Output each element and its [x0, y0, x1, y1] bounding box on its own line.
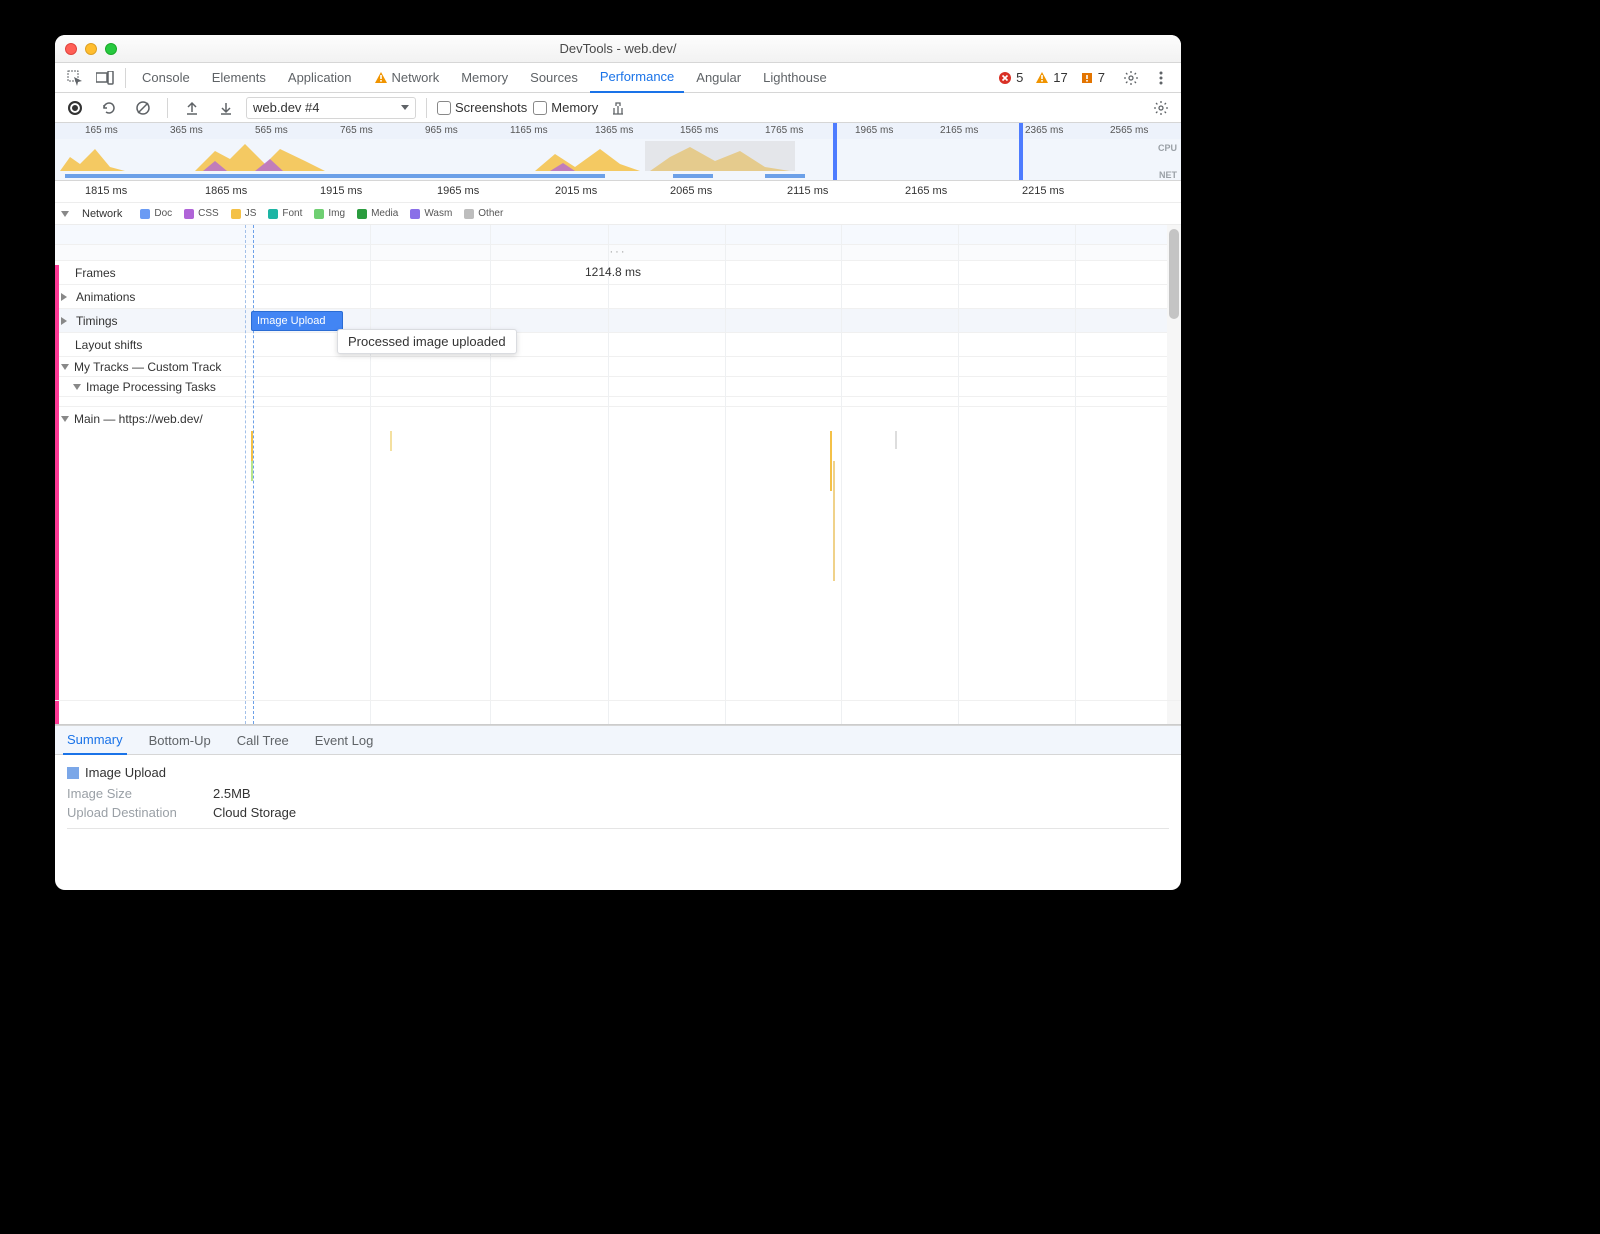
expand-icon[interactable] — [61, 317, 71, 325]
reload-record-button[interactable] — [95, 94, 123, 122]
memory-checkbox[interactable]: Memory — [533, 100, 598, 115]
row-main[interactable]: Main — https://web.dev/ — [55, 407, 1181, 431]
tab-angular[interactable]: Angular — [686, 63, 751, 93]
capture-settings-icon[interactable] — [1147, 94, 1175, 122]
tab-memory[interactable]: Memory — [451, 63, 518, 93]
collapse-icon[interactable] — [61, 211, 69, 217]
row-timings[interactable]: Timings Image Upload Processed image upl… — [55, 309, 1181, 333]
error-icon — [998, 71, 1012, 85]
row-my-tracks[interactable]: My Tracks — Custom Track — [55, 357, 1181, 377]
tracks-area: ··· Frames 1214.8 ms Animations Timings … — [55, 225, 1181, 725]
tab-network[interactable]: Network — [364, 63, 450, 93]
summary-color-swatch — [67, 767, 79, 779]
tab-call-tree[interactable]: Call Tree — [233, 725, 293, 755]
network-legend-row: Network Doc CSS JS Font Img Media Wasm Other — [55, 203, 1181, 225]
collapse-icon[interactable] — [61, 364, 69, 370]
timeline-overview[interactable]: 165 ms 365 ms 565 ms 765 ms 965 ms 1165 … — [55, 123, 1181, 181]
clear-button[interactable] — [129, 94, 157, 122]
frame-duration: 1214.8 ms — [585, 265, 641, 279]
error-count[interactable]: 5 — [998, 70, 1023, 85]
tab-event-log[interactable]: Event Log — [311, 725, 378, 755]
panel-tabs: Console Elements Application Network Mem… — [55, 63, 1181, 93]
summary-panel: Image Upload Image Size 2.5MB Upload Dest… — [55, 755, 1181, 839]
settings-icon[interactable] — [1117, 64, 1145, 92]
issue-icon — [1080, 71, 1094, 85]
more-icon[interactable] — [1147, 64, 1175, 92]
tab-elements[interactable]: Elements — [202, 63, 276, 93]
issue-count[interactable]: 7 — [1080, 70, 1105, 85]
tooltip: Processed image uploaded — [337, 329, 517, 354]
network-label: Network — [82, 208, 122, 220]
zoom-window-button[interactable] — [105, 43, 117, 55]
record-button[interactable] — [61, 94, 89, 122]
tab-application[interactable]: Application — [278, 63, 362, 93]
overview-handle-left[interactable] — [833, 123, 837, 180]
inspect-element-icon[interactable] — [61, 64, 89, 92]
warning-count[interactable]: 17 — [1035, 70, 1067, 85]
tab-bottom-up[interactable]: Bottom-Up — [145, 725, 215, 755]
tab-console[interactable]: Console — [132, 63, 200, 93]
upload-profile-button[interactable] — [178, 94, 206, 122]
detail-ruler[interactable]: 1815 ms 1865 ms 1915 ms 1965 ms 2015 ms … — [55, 181, 1181, 203]
expand-icon[interactable] — [61, 293, 71, 301]
main-flame-chart[interactable] — [55, 431, 1181, 701]
tab-performance[interactable]: Performance — [590, 63, 684, 93]
device-toolbar-icon[interactable] — [91, 64, 119, 92]
tab-summary[interactable]: Summary — [63, 725, 127, 755]
row-layout-shifts[interactable]: Layout shifts — [55, 333, 1181, 357]
chevron-down-icon — [401, 105, 409, 111]
garbage-collect-button[interactable] — [604, 94, 632, 122]
screenshots-checkbox[interactable]: Screenshots — [437, 100, 527, 115]
legend-other: Other — [464, 208, 503, 219]
summary-label: Image Size — [67, 786, 197, 801]
performance-toolbar: web.dev #4 Screenshots Memory — [55, 93, 1181, 123]
legend-font: Font — [268, 208, 302, 219]
collapse-icon[interactable] — [61, 416, 69, 422]
close-window-button[interactable] — [65, 43, 77, 55]
tab-sources[interactable]: Sources — [520, 63, 588, 93]
collapsed-separator[interactable]: ··· — [55, 245, 1181, 261]
summary-value: 2.5MB — [213, 786, 251, 801]
network-lane[interactable] — [55, 225, 1181, 245]
collapse-icon[interactable] — [73, 384, 81, 390]
timing-block-image-upload[interactable]: Image Upload — [251, 311, 343, 331]
legend-img: Img — [314, 208, 345, 219]
cpu-label: CPU — [1158, 143, 1177, 153]
titlebar: DevTools - web.dev/ — [55, 35, 1181, 63]
row-frames[interactable]: Frames 1214.8 ms — [55, 261, 1181, 285]
minimize-window-button[interactable] — [85, 43, 97, 55]
legend-doc: Doc — [140, 208, 172, 219]
devtools-window: DevTools - web.dev/ Console Elements App… — [55, 35, 1181, 890]
row-my-tracks-sub[interactable]: Image Processing Tasks — [55, 377, 1181, 397]
window-title: DevTools - web.dev/ — [55, 41, 1181, 56]
legend-media: Media — [357, 208, 398, 219]
profile-selector[interactable]: web.dev #4 — [246, 97, 416, 119]
details-tabs: Summary Bottom-Up Call Tree Event Log — [55, 725, 1181, 755]
tab-lighthouse[interactable]: Lighthouse — [753, 63, 837, 93]
net-label: NET — [1159, 170, 1177, 180]
warning-icon — [374, 71, 388, 85]
summary-label: Upload Destination — [67, 805, 197, 820]
overview-handle-right[interactable] — [1019, 123, 1023, 180]
legend-wasm: Wasm — [410, 208, 452, 219]
warning-icon — [1035, 71, 1049, 85]
legend-css: CSS — [184, 208, 219, 219]
download-profile-button[interactable] — [212, 94, 240, 122]
legend-js: JS — [231, 208, 257, 219]
overview-tick: 165 ms — [85, 125, 118, 136]
summary-title: Image Upload — [85, 765, 166, 780]
summary-value: Cloud Storage — [213, 805, 296, 820]
row-animations[interactable]: Animations — [55, 285, 1181, 309]
